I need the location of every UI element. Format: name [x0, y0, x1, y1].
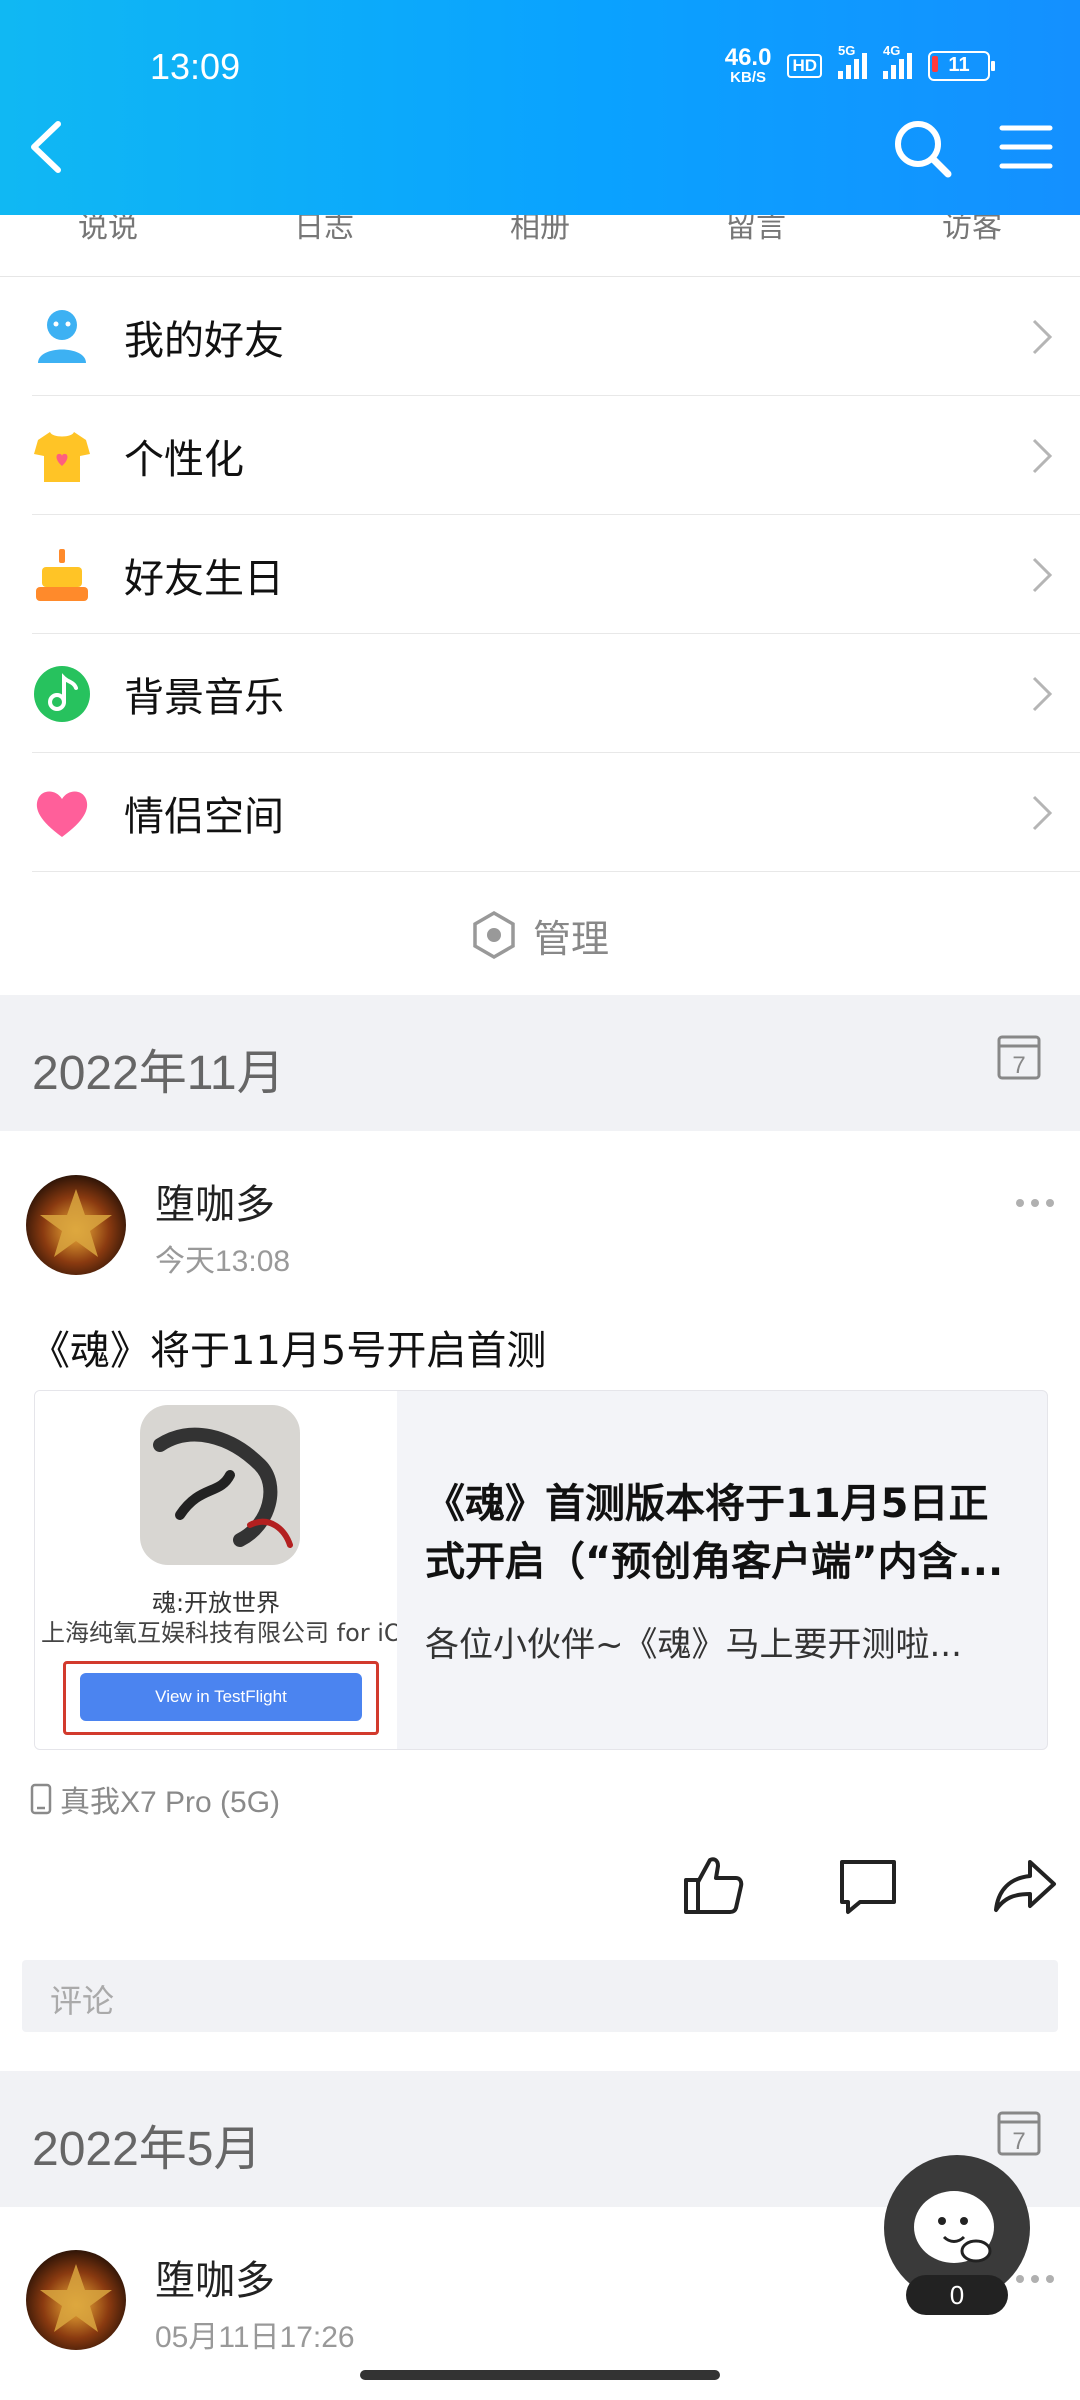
menu-item-label: 好友生日 [124, 555, 284, 602]
top-bar: 13:09 46.0 KB/S HD 5G 4G 11 [0, 0, 1080, 215]
chevron-right-icon [1032, 676, 1053, 712]
menu-item-bg-music[interactable]: 背景音乐 [0, 634, 1080, 753]
menu-item-label: 个性化 [124, 436, 244, 483]
friends-icon [30, 305, 94, 369]
menu-item-birthdays[interactable]: 好友生日 [0, 515, 1080, 634]
status-time: 13:09 [150, 46, 241, 87]
chevron-right-icon [1032, 795, 1053, 831]
shared-link-card[interactable]: 魂:开放世界 上海纯氧互娱科技有限公司 for iOS View in Test… [34, 1390, 1048, 1750]
app-icon [140, 1405, 300, 1565]
heart-icon [30, 781, 94, 845]
menu-item-couple-space[interactable]: 情侣空间 [0, 753, 1080, 872]
menu-item-personalize[interactable]: 个性化 [0, 396, 1080, 515]
post-author[interactable]: 堕咖多 [155, 2248, 275, 2306]
assistant-count-badge: 0 [906, 2275, 1008, 2315]
menu-item-label: 背景音乐 [124, 674, 284, 721]
hd-voice-icon: HD [787, 53, 822, 78]
tshirt-icon [30, 424, 94, 488]
comment-input[interactable]: 评论 [22, 1960, 1058, 2032]
signal-4g-icon: 4G [883, 43, 912, 79]
testflight-button: View in TestFlight [80, 1673, 362, 1721]
menu-button[interactable] [990, 112, 1060, 182]
menu-item-label: 我的好友 [124, 317, 284, 364]
search-button[interactable] [888, 112, 958, 182]
menu-item-label: 情侣空间 [124, 793, 284, 840]
status-icons: 46.0 KB/S HD 5G 4G 11 [724, 43, 995, 86]
menu-item-friends[interactable]: 我的好友 [0, 277, 1080, 396]
avatar[interactable] [26, 2250, 126, 2350]
manage-button[interactable]: 管理 [0, 875, 1080, 995]
more-options-icon[interactable] [1014, 1196, 1056, 1210]
svg-text:7: 7 [1012, 2128, 1025, 2155]
chevron-left-icon [31, 121, 61, 173]
svg-text:7: 7 [1012, 1052, 1025, 1079]
avatar[interactable] [26, 1175, 126, 1275]
net-speed: 46.0 KB/S [724, 44, 772, 86]
thumbs-up-icon [684, 1857, 744, 1914]
home-indicator[interactable] [360, 2370, 720, 2380]
feature-menu-list: 我的好友 个性化 好友生日 背景音乐 情侣空间 [0, 277, 1080, 872]
card-title: 《魂》首测版本将于11月5日正式开启（“预创角客户端”内含... [425, 1481, 1004, 1585]
post-device: 真我X7 Pro (5G) [30, 1777, 280, 1821]
music-note-icon [30, 662, 94, 726]
comment-button[interactable] [836, 1852, 900, 1922]
signal-5g-icon: 5G [838, 43, 867, 79]
post-author[interactable]: 堕咖多 [155, 1172, 275, 1230]
hamburger-menu-icon [999, 125, 1053, 169]
month-label: 2022年11月 [32, 1047, 285, 1100]
app-company: 上海纯氧互娱科技有限公司 for iOS [41, 1619, 397, 1647]
like-button[interactable] [680, 1852, 746, 1922]
comment-placeholder: 评论 [50, 1982, 115, 2020]
post-text: 《魂》将于11月5号开启首测 [30, 1328, 547, 1374]
calendar-icon[interactable]: 7 [996, 1031, 1042, 1081]
device-name: 真我X7 Pro (5G) [60, 1786, 281, 1819]
month-label: 2022年5月 [32, 2123, 262, 2176]
back-button[interactable] [18, 112, 78, 182]
birthday-cake-icon [30, 543, 94, 607]
settings-hexagon-icon [473, 910, 515, 960]
comment-icon [840, 1860, 896, 1914]
battery-icon: 11 [928, 50, 995, 81]
post-time: 今天13:08 [155, 1245, 291, 1278]
chevron-right-icon [1032, 319, 1053, 355]
share-arrow-icon [994, 1860, 1056, 1912]
highlight-frame: View in TestFlight [63, 1661, 379, 1735]
phone-icon [30, 1783, 52, 1815]
calendar-icon[interactable]: 7 [996, 2107, 1042, 2157]
card-description: 各位小伙伴~《魂》马上要开测啦... [425, 1625, 962, 1665]
search-icon [895, 121, 952, 178]
month-header: 2022年11月 7 [0, 995, 1080, 1131]
link-thumbnail: 魂:开放世界 上海纯氧互娱科技有限公司 for iOS View in Test… [35, 1391, 397, 1749]
manage-label: 管理 [532, 916, 609, 961]
chevron-right-icon [1032, 557, 1053, 593]
share-button[interactable] [990, 1852, 1060, 1922]
chevron-right-icon [1032, 438, 1053, 474]
post-time: 05月11日17:26 [155, 2321, 355, 2354]
